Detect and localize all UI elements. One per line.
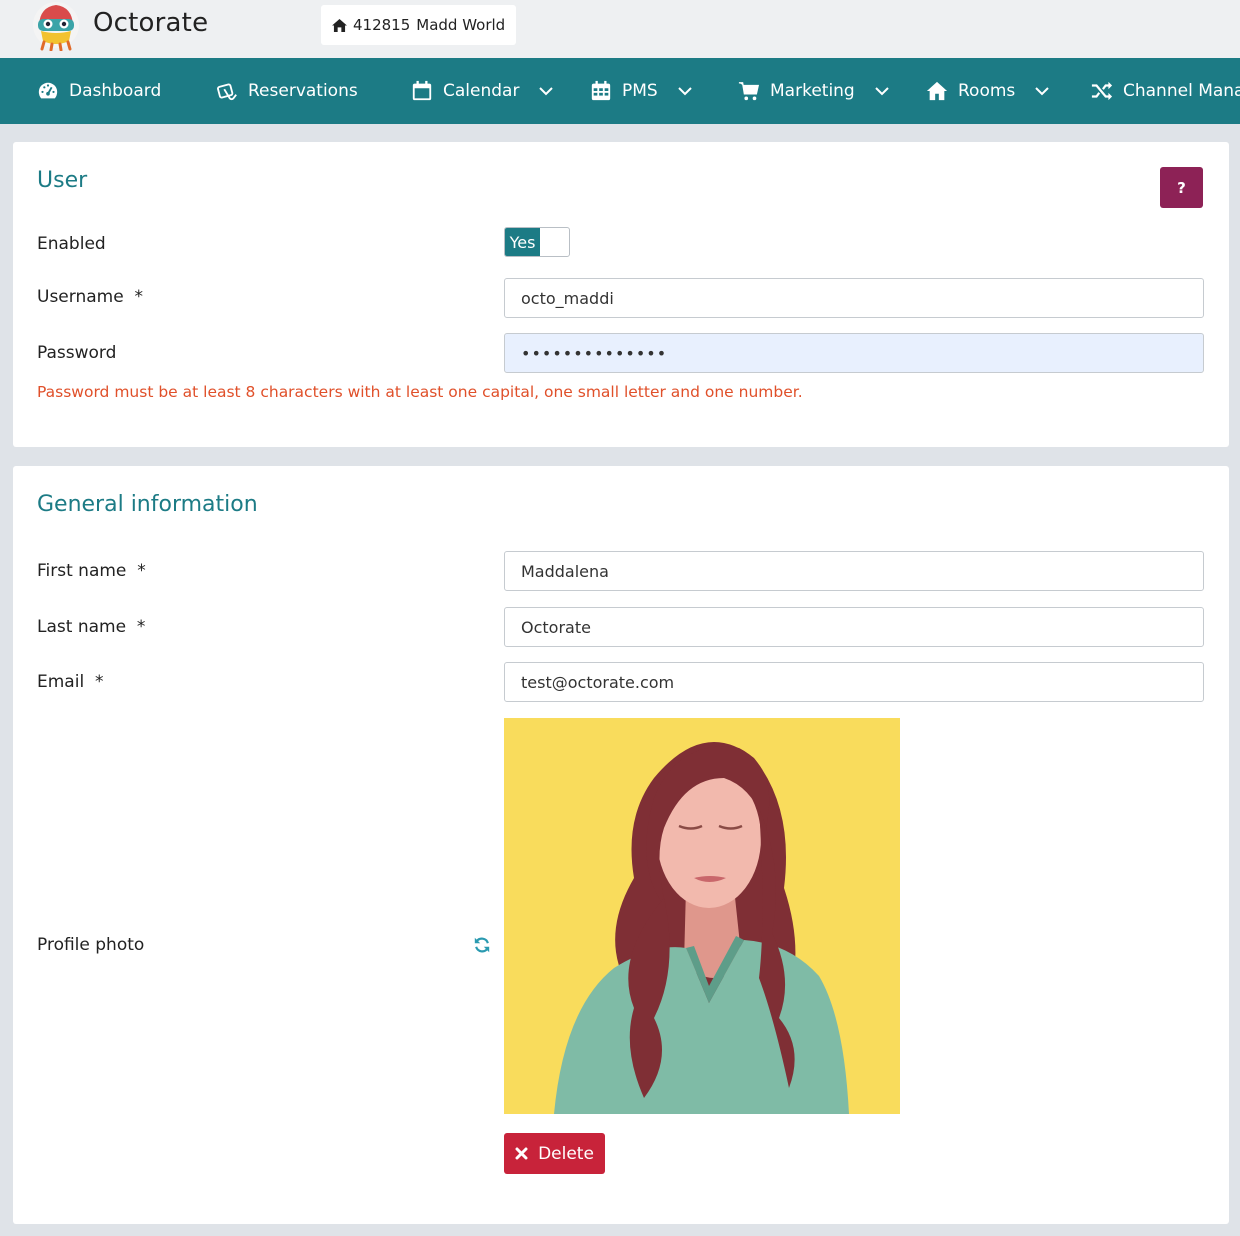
email-input[interactable] (504, 662, 1204, 702)
close-icon (515, 1147, 528, 1160)
property-selector[interactable]: 412815 Madd World (321, 5, 517, 45)
top-bar: Octorate 412815 Madd World (0, 0, 1240, 58)
chevron-down-icon (875, 86, 889, 95)
nav-label: Rooms (958, 81, 1016, 101)
password-input[interactable] (504, 333, 1204, 373)
main-navigation: Dashboard Reservations Calendar PMS Mark… (0, 58, 1240, 124)
first-name-label: First name * (37, 561, 146, 581)
dashboard-icon (38, 82, 58, 99)
nav-label: Channel Manage (1123, 81, 1240, 101)
nav-label: Dashboard (69, 81, 162, 101)
cart-icon (738, 82, 760, 101)
general-information-card: General information First name * Last na… (13, 466, 1229, 1224)
nav-label: Reservations (248, 81, 358, 101)
property-id: 412815 (353, 16, 411, 34)
octorate-logo[interactable] (32, 1, 80, 51)
username-label: Username * (37, 287, 143, 307)
nav-marketing[interactable]: Marketing (738, 58, 889, 124)
enabled-toggle[interactable]: Yes (504, 227, 570, 257)
pms-calendar-icon (591, 80, 611, 101)
user-section-title: User (37, 168, 88, 193)
reservations-icon (217, 83, 237, 101)
last-name-label: Last name * (37, 617, 146, 637)
help-button[interactable]: ? (1160, 167, 1203, 208)
email-label: Email * (37, 672, 104, 692)
calendar-icon (412, 80, 432, 101)
chevron-down-icon (678, 86, 692, 95)
refresh-icon[interactable] (473, 936, 491, 954)
nav-dashboard[interactable]: Dashboard (37, 58, 161, 124)
enabled-toggle-on: Yes (505, 228, 540, 256)
app-title: Octorate (93, 8, 209, 38)
property-name: Madd World (416, 16, 506, 34)
nav-reservations[interactable]: Reservations (216, 58, 358, 124)
nav-calendar[interactable]: Calendar (411, 58, 554, 124)
enabled-label: Enabled (37, 234, 106, 254)
chevron-down-icon (1035, 86, 1049, 95)
shuffle-icon (1091, 81, 1113, 101)
nav-channel-manager[interactable]: Channel Manage (1091, 58, 1240, 124)
home-icon (926, 81, 948, 101)
delete-label: Delete (538, 1143, 594, 1164)
nav-label: Calendar (443, 81, 520, 101)
general-section-title: General information (37, 492, 258, 517)
profile-photo (504, 718, 900, 1114)
nav-pms[interactable]: PMS (590, 58, 692, 124)
password-hint: Password must be at least 8 characters w… (37, 383, 803, 401)
nav-label: Marketing (770, 81, 855, 101)
home-icon (332, 18, 347, 32)
chevron-down-icon (539, 86, 554, 95)
first-name-input[interactable] (504, 551, 1204, 591)
username-input[interactable] (504, 278, 1204, 318)
nav-rooms[interactable]: Rooms (926, 58, 1049, 124)
nav-label: PMS (622, 81, 658, 101)
delete-photo-button[interactable]: Delete (504, 1133, 605, 1174)
last-name-input[interactable] (504, 607, 1204, 647)
profile-photo-label: Profile photo (37, 935, 145, 955)
password-label: Password (37, 343, 117, 363)
user-card: User ? Enabled Yes Username * Password P… (13, 142, 1229, 447)
